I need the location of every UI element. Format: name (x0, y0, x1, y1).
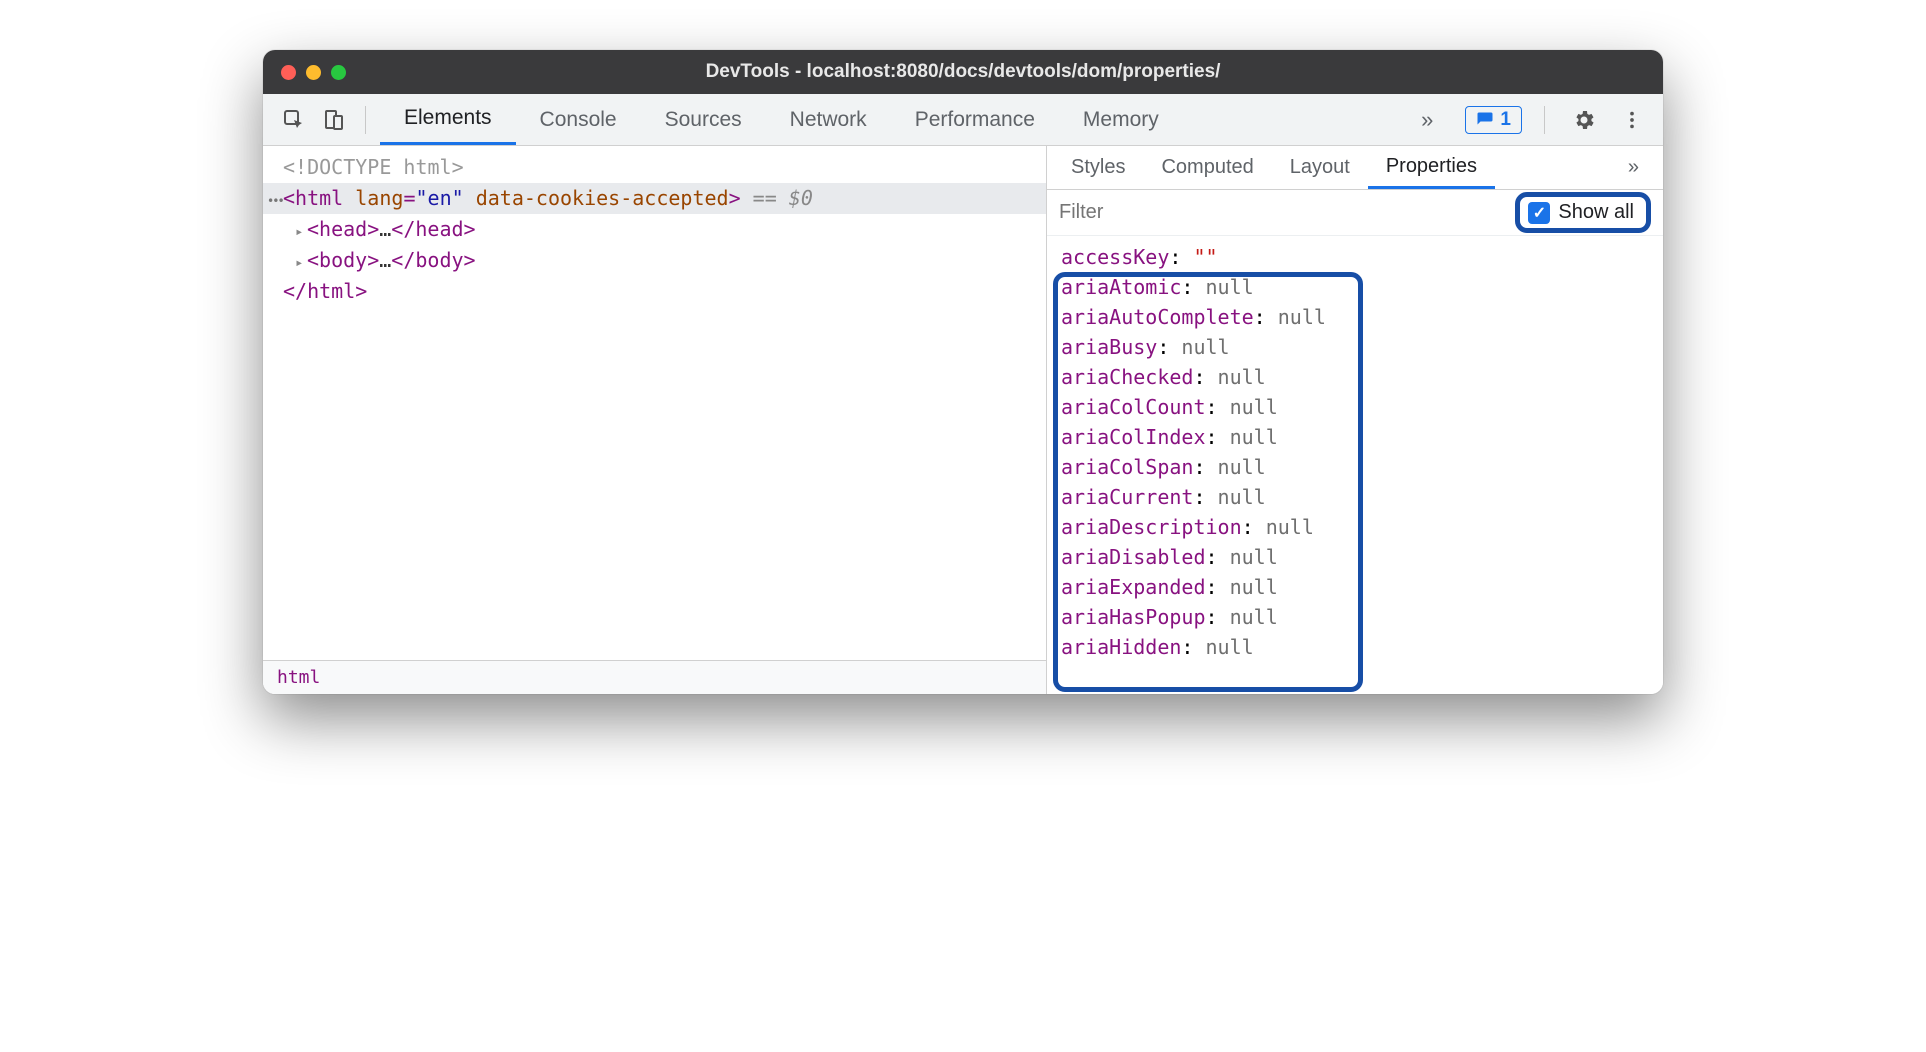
property-row[interactable]: ariaChecked: null (1061, 362, 1649, 392)
toolbar-separator (1544, 106, 1545, 134)
property-key: ariaExpanded (1061, 575, 1206, 599)
property-key: ariaColIndex (1061, 425, 1206, 449)
tab-network[interactable]: Network (766, 94, 891, 145)
property-row[interactable]: ariaHidden: null (1061, 632, 1649, 662)
show-all-label: Show all (1558, 201, 1634, 224)
property-row[interactable]: ariaColCount: null (1061, 392, 1649, 422)
checkbox-checked-icon: ✓ (1528, 202, 1550, 224)
property-value: null (1218, 485, 1266, 509)
property-value: null (1230, 575, 1278, 599)
property-row[interactable]: ariaDisabled: null (1061, 542, 1649, 572)
property-row[interactable]: ariaExpanded: null (1061, 572, 1649, 602)
property-value: null (1278, 305, 1326, 329)
main-tabs: ElementsConsoleSourcesNetworkPerformance… (380, 94, 1415, 145)
show-all-toggle[interactable]: ✓ Show all (1515, 192, 1651, 233)
property-row[interactable]: ariaAutoComplete: null (1061, 302, 1649, 332)
property-value: null (1230, 395, 1278, 419)
dom-tree[interactable]: <!DOCTYPE html> <html lang="en" data-coo… (263, 146, 1046, 660)
property-key: ariaBusy (1061, 335, 1157, 359)
dom-node-head[interactable]: ▸<head></head> (263, 214, 1046, 245)
dom-panel: <!DOCTYPE html> <html lang="en" data-coo… (263, 146, 1047, 694)
property-row[interactable]: ariaDescription: null (1061, 512, 1649, 542)
ellipsis-icon (267, 183, 283, 214)
property-key: accessKey (1061, 245, 1169, 269)
gear-icon[interactable] (1567, 103, 1601, 137)
property-key: ariaColSpan (1061, 455, 1193, 479)
property-key: ariaDescription (1061, 515, 1242, 539)
property-value: "" (1193, 245, 1217, 269)
titlebar: DevTools - localhost:8080/docs/devtools/… (263, 50, 1663, 94)
sidebar-tabs: StylesComputedLayoutProperties » (1047, 146, 1663, 190)
tab-console[interactable]: Console (516, 94, 641, 145)
breadcrumb[interactable]: html (263, 660, 1046, 694)
devtools-window: DevTools - localhost:8080/docs/devtools/… (263, 50, 1663, 694)
property-row[interactable]: accessKey: "" (1061, 242, 1649, 272)
window-controls (263, 65, 346, 80)
property-value: null (1230, 605, 1278, 629)
tab-sources[interactable]: Sources (641, 94, 766, 145)
dom-node-doctype[interactable]: <!DOCTYPE html> (263, 152, 1046, 183)
tab-memory[interactable]: Memory (1059, 94, 1183, 145)
property-row[interactable]: ariaColSpan: null (1061, 452, 1649, 482)
properties-list-wrap: accessKey: ""ariaAtomic: nullariaAutoCom… (1047, 236, 1663, 694)
property-value: null (1266, 515, 1314, 539)
main-toolbar: ElementsConsoleSourcesNetworkPerformance… (263, 94, 1663, 146)
expand-caret-icon[interactable]: ▸ (295, 222, 307, 244)
tab-performance[interactable]: Performance (891, 94, 1059, 145)
property-key: ariaColCount (1061, 395, 1206, 419)
toolbar-right: 1 (1465, 103, 1649, 137)
property-row[interactable]: ariaHasPopup: null (1061, 602, 1649, 632)
sidebar-tab-computed[interactable]: Computed (1143, 146, 1271, 189)
issues-button[interactable]: 1 (1465, 106, 1522, 134)
property-key: ariaChecked (1061, 365, 1193, 389)
properties-list[interactable]: accessKey: ""ariaAtomic: nullariaAutoCom… (1047, 236, 1663, 668)
property-value: null (1218, 365, 1266, 389)
property-row[interactable]: ariaColIndex: null (1061, 422, 1649, 452)
sidebar-tab-styles[interactable]: Styles (1053, 146, 1143, 189)
minimize-window-button[interactable] (306, 65, 321, 80)
property-key: ariaHidden (1061, 635, 1181, 659)
expand-caret-icon[interactable]: ▸ (295, 253, 307, 275)
close-window-button[interactable] (281, 65, 296, 80)
main-area: <!DOCTYPE html> <html lang="en" data-coo… (263, 146, 1663, 694)
dom-node-html[interactable]: <html lang="en" data-cookies-accepted> =… (263, 183, 1046, 214)
property-key: ariaDisabled (1061, 545, 1206, 569)
property-value: null (1206, 635, 1254, 659)
property-key: ariaCurrent (1061, 485, 1193, 509)
sidebar-tab-layout[interactable]: Layout (1272, 146, 1368, 189)
property-value: null (1230, 545, 1278, 569)
dom-node-body[interactable]: ▸<body></body> (263, 245, 1046, 276)
more-sidebar-tabs-icon[interactable]: » (1610, 146, 1657, 189)
issues-count: 1 (1500, 109, 1511, 131)
property-key: ariaAtomic (1061, 275, 1181, 299)
dom-node-html-close[interactable]: </html> (263, 276, 1046, 307)
device-toggle-icon[interactable] (317, 103, 351, 137)
filter-input[interactable] (1059, 201, 1505, 224)
property-value: null (1218, 455, 1266, 479)
properties-panel: StylesComputedLayoutProperties » ✓ Show a… (1047, 146, 1663, 694)
more-tabs-icon[interactable]: » (1421, 107, 1433, 133)
properties-filter-row: ✓ Show all (1047, 190, 1663, 236)
property-value: null (1181, 335, 1229, 359)
property-row[interactable]: ariaCurrent: null (1061, 482, 1649, 512)
window-title: DevTools - localhost:8080/docs/devtools/… (706, 61, 1221, 83)
sidebar-tab-properties[interactable]: Properties (1368, 146, 1495, 189)
property-row[interactable]: ariaBusy: null (1061, 332, 1649, 362)
tab-elements[interactable]: Elements (380, 94, 516, 145)
zoom-window-button[interactable] (331, 65, 346, 80)
toolbar-separator (365, 106, 366, 134)
property-value: null (1206, 275, 1254, 299)
property-value: null (1230, 425, 1278, 449)
property-row[interactable]: ariaAtomic: null (1061, 272, 1649, 302)
kebab-menu-icon[interactable] (1615, 103, 1649, 137)
inspect-element-icon[interactable] (277, 103, 311, 137)
property-key: ariaAutoComplete (1061, 305, 1254, 329)
property-key: ariaHasPopup (1061, 605, 1206, 629)
